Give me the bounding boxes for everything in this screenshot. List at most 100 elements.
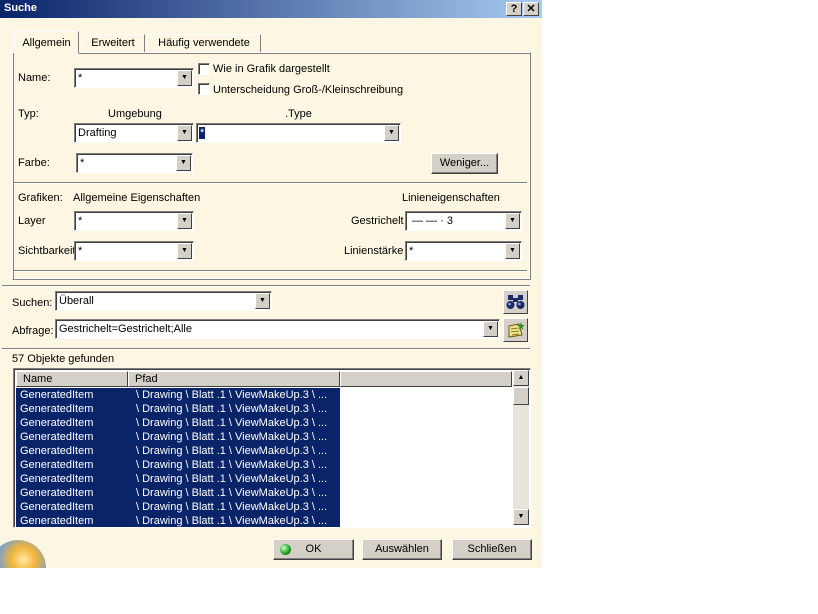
row-name: GeneratedItem <box>20 431 94 443</box>
checkbox-case-sensitive[interactable] <box>198 83 210 95</box>
less-button[interactable]: Weniger... <box>431 153 498 174</box>
chevron-down-icon[interactable]: ▼ <box>177 213 192 229</box>
chevron-down-icon[interactable]: ▼ <box>255 293 270 309</box>
line-thickness-value: * <box>409 245 414 257</box>
divider <box>14 182 527 184</box>
column-header-path[interactable]: Pfad <box>128 371 340 387</box>
dashed-combo[interactable]: — — · 3 ▼ <box>405 211 522 231</box>
search-scope-combo[interactable]: Überall ▼ <box>55 291 272 311</box>
results-count: 57 Objekte gefunden <box>12 353 115 365</box>
results-list[interactable]: Name Pfad GeneratedItem \ Drawing \ Blatt… <box>13 368 531 528</box>
type-header: .Type <box>285 108 312 120</box>
dashed-label: Gestrichelt <box>351 215 404 227</box>
chevron-down-icon[interactable]: ▼ <box>483 321 498 337</box>
table-row[interactable]: GeneratedItem \ Drawing \ Blatt .1 \ View… <box>16 514 340 527</box>
color-label: Farbe: <box>18 157 50 169</box>
row-path: \ Drawing \ Blatt .1 \ ViewMakeUp.3 \ ..… <box>136 501 328 513</box>
checkbox-graphic-display-label: Wie in Grafik dargestellt <box>213 63 330 75</box>
chevron-down-icon[interactable]: ▼ <box>384 125 399 141</box>
window-title: Suche <box>4 2 38 14</box>
table-row[interactable]: GeneratedItem \ Drawing \ Blatt .1 \ View… <box>16 486 340 500</box>
environment-combo[interactable]: Drafting ▼ <box>74 123 194 143</box>
table-row[interactable]: GeneratedItem \ Drawing \ Blatt .1 \ View… <box>16 444 340 458</box>
layer-label: Layer <box>18 215 46 227</box>
name-label: Name: <box>18 72 51 84</box>
search-scope-value: Überall <box>59 295 94 307</box>
row-name: GeneratedItem <box>20 501 94 513</box>
close-window-button[interactable]: ✕ <box>523 2 539 16</box>
environment-header: Umgebung <box>108 108 162 120</box>
row-path: \ Drawing \ Blatt .1 \ ViewMakeUp.3 \ ..… <box>136 445 328 457</box>
color-value: * <box>80 157 85 169</box>
row-path: \ Drawing \ Blatt .1 \ ViewMakeUp.3 \ ..… <box>136 389 328 401</box>
divider <box>2 348 530 350</box>
layer-value: * <box>78 215 83 227</box>
row-name: GeneratedItem <box>20 515 94 527</box>
chevron-down-icon[interactable]: ▼ <box>177 70 192 86</box>
environment-value: Drafting <box>78 127 117 139</box>
divider <box>2 285 530 287</box>
search-dialog: Suche ? ✕ Allgemein Erweitert Häufig ver… <box>0 0 542 568</box>
divider <box>14 270 527 272</box>
scroll-down-icon[interactable]: ▼ <box>513 509 529 525</box>
search-scope-label: Suchen: <box>12 297 53 309</box>
layer-combo[interactable]: * ▼ <box>74 211 194 231</box>
table-row[interactable]: GeneratedItem \ Drawing \ Blatt .1 \ View… <box>16 430 340 444</box>
status-ok-icon <box>280 544 291 555</box>
row-path: \ Drawing \ Blatt .1 \ ViewMakeUp.3 \ ..… <box>136 459 328 471</box>
type-value: * <box>199 127 206 139</box>
row-name: GeneratedItem <box>20 473 94 485</box>
add-favorite-icon[interactable] <box>503 318 528 342</box>
row-path: \ Drawing \ Blatt .1 \ ViewMakeUp.3 \ ..… <box>136 515 328 527</box>
line-thickness-label: Linienstärke <box>344 245 404 257</box>
tab-allgemein[interactable]: Allgemein <box>14 31 79 54</box>
name-combo[interactable]: * ▼ <box>74 68 194 88</box>
ok-button[interactable]: OK <box>273 539 354 560</box>
close-button[interactable]: Schließen <box>452 539 532 560</box>
chevron-down-icon[interactable]: ▼ <box>505 243 520 259</box>
chevron-down-icon[interactable]: ▼ <box>176 155 191 171</box>
checkbox-case-sensitive-label: Unterscheidung Groß-/Kleinschreibung <box>213 84 404 96</box>
visibility-value: * <box>78 245 83 257</box>
row-name: GeneratedItem <box>20 445 94 457</box>
row-name: GeneratedItem <box>20 417 94 429</box>
line-thickness-combo[interactable]: * ▼ <box>405 241 522 261</box>
help-button[interactable]: ? <box>506 2 522 16</box>
query-combo[interactable]: Gestrichelt=Gestrichelt;Alle ▼ <box>55 319 500 339</box>
color-combo[interactable]: * ▼ <box>76 153 193 173</box>
row-name: GeneratedItem <box>20 487 94 499</box>
title-bar: Suche ? ✕ <box>0 0 542 18</box>
ok-button-label: OK <box>305 543 322 555</box>
chevron-down-icon[interactable]: ▼ <box>177 125 192 141</box>
binoculars-icon[interactable] <box>503 290 528 314</box>
dashed-value: — — · 3 <box>412 215 453 227</box>
line-properties-header: Linieneigenschaften <box>402 192 500 204</box>
visibility-combo[interactable]: * ▼ <box>74 241 194 261</box>
tab-haeufig-verwendete[interactable]: Häufig verwendete <box>147 34 261 53</box>
name-value: * <box>78 72 83 84</box>
chevron-down-icon[interactable]: ▼ <box>505 213 520 229</box>
select-button[interactable]: Auswählen <box>362 539 442 560</box>
general-properties-header: Allgemeine Eigenschaften <box>73 192 201 204</box>
row-path: \ Drawing \ Blatt .1 \ ViewMakeUp.3 \ ..… <box>136 431 328 443</box>
table-row[interactable]: GeneratedItem \ Drawing \ Blatt .1 \ View… <box>16 416 340 430</box>
scroll-up-icon[interactable]: ▲ <box>513 370 529 386</box>
query-label: Abfrage: <box>12 325 54 337</box>
table-row[interactable]: GeneratedItem \ Drawing \ Blatt .1 \ View… <box>16 458 340 472</box>
tab-erweitert[interactable]: Erweitert <box>81 34 145 53</box>
table-row[interactable]: GeneratedItem \ Drawing \ Blatt .1 \ View… <box>16 500 340 514</box>
row-name: GeneratedItem <box>20 403 94 415</box>
chevron-down-icon[interactable]: ▼ <box>177 243 192 259</box>
table-row[interactable]: GeneratedItem \ Drawing \ Blatt .1 \ View… <box>16 388 340 402</box>
query-value: Gestrichelt=Gestrichelt;Alle <box>59 323 192 335</box>
graphics-label: Grafiken: <box>18 192 63 204</box>
results-scrollbar[interactable]: ▲ ▼ <box>513 370 529 525</box>
table-row[interactable]: GeneratedItem \ Drawing \ Blatt .1 \ View… <box>16 472 340 486</box>
type-combo[interactable]: * ▼ <box>196 123 401 143</box>
scroll-thumb[interactable] <box>513 387 529 405</box>
row-name: GeneratedItem <box>20 459 94 471</box>
visibility-label: Sichtbarkeit <box>18 245 76 257</box>
column-header-name[interactable]: Name <box>16 371 128 387</box>
checkbox-graphic-display[interactable] <box>198 63 210 75</box>
table-row[interactable]: GeneratedItem \ Drawing \ Blatt .1 \ View… <box>16 402 340 416</box>
